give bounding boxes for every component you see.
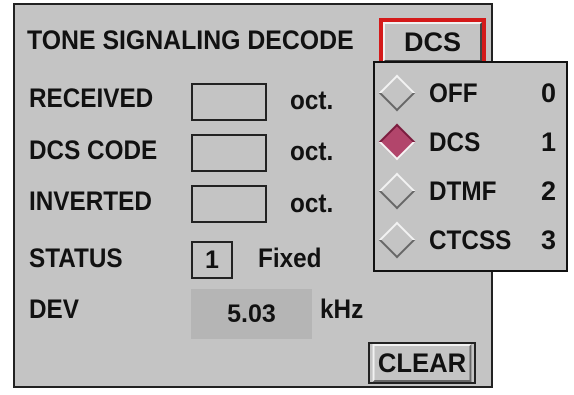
clear-button-label: CLEAR (372, 344, 472, 382)
mode-dropdown-menu: OFF 0 DCS 1 DTMF 2 CTCSS 3 (373, 61, 568, 272)
dev-unit: kHz (320, 294, 364, 324)
option-label: DCS (429, 127, 481, 157)
dev-label: DEV (29, 294, 79, 324)
received-label: RECEIVED (29, 83, 154, 113)
panel-title: TONE SIGNALING DECODE (27, 25, 354, 55)
radio-diamond-icon (378, 74, 416, 112)
dropdown-option-dcs[interactable]: DCS 1 (375, 120, 566, 168)
received-unit: oct. (290, 85, 334, 115)
radio-diamond-selected-icon (378, 123, 416, 161)
option-label: DTMF (429, 176, 497, 206)
status-label: STATUS (29, 243, 123, 273)
option-label: OFF (429, 78, 478, 108)
radio-diamond-icon (378, 221, 416, 259)
radio-diamond-icon (378, 172, 416, 210)
dropdown-option-ctcss[interactable]: CTCSS 3 (375, 218, 566, 266)
dcs-code-field (191, 134, 267, 172)
dev-value: 5.03 (191, 289, 312, 339)
option-number: 1 (540, 127, 556, 157)
status-text: Fixed (258, 243, 322, 273)
inverted-field (191, 185, 267, 223)
received-field (191, 83, 267, 121)
option-number: 3 (540, 225, 556, 255)
dcs-code-label: DCS CODE (29, 135, 158, 165)
dropdown-option-dtmf[interactable]: DTMF 2 (375, 169, 566, 217)
option-number: 2 (540, 176, 556, 206)
mode-select-button[interactable]: DCS (379, 18, 486, 66)
option-number: 0 (540, 78, 556, 108)
inverted-label: INVERTED (29, 186, 152, 216)
option-label: CTCSS (429, 225, 512, 255)
inverted-unit: oct. (290, 188, 334, 218)
status-value: 1 (191, 241, 233, 279)
clear-button[interactable]: CLEAR (368, 342, 476, 384)
mode-select-button-label: DCS (383, 22, 482, 62)
dropdown-option-off[interactable]: OFF 0 (375, 71, 566, 119)
dcs-code-unit: oct. (290, 136, 334, 166)
